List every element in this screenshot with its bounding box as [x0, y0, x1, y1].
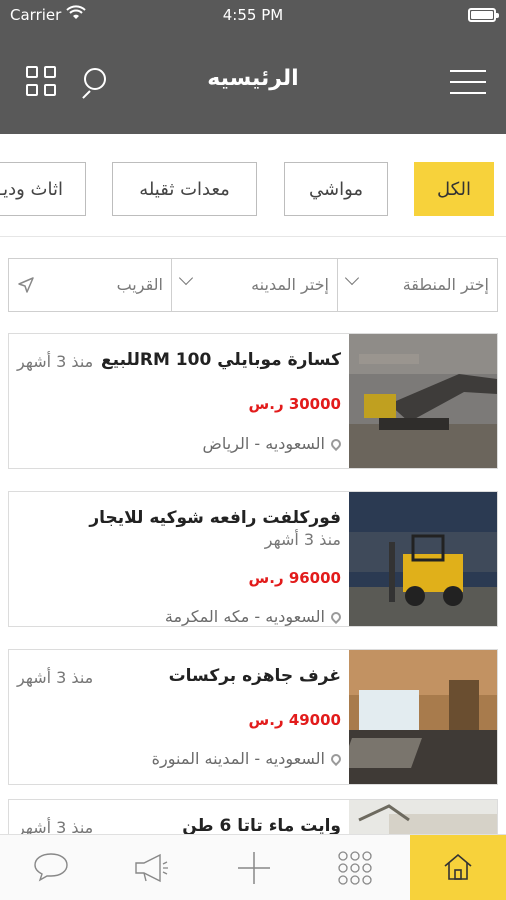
category-chip-heavy-equipment[interactable]: معدات ثقيله — [112, 162, 257, 216]
region-select[interactable]: إختر المنطقة — [337, 259, 497, 311]
listing-price: 49000 ر.س — [248, 711, 341, 729]
city-select[interactable]: إختر المدينه — [171, 259, 337, 311]
category-chip-furniture[interactable]: اثاث وديـ — [0, 162, 86, 216]
listing-location: السعوديه - الرياض — [203, 434, 344, 453]
category-chip-all[interactable]: الكل — [414, 162, 494, 216]
listing-title: غرف جاهزه بركسات — [168, 666, 341, 686]
add-icon — [238, 852, 270, 884]
tab-ads[interactable] — [104, 835, 200, 900]
chat-bubble-icon — [34, 853, 68, 882]
listing-price: 30000 ر.س — [248, 395, 341, 413]
listing-date: منذ 3 أشهر — [17, 668, 94, 687]
location-pin-icon — [328, 609, 344, 625]
listing-card[interactable]: كسارة موبايلي RM 100للبيع منذ 3 أشهر 300… — [8, 333, 498, 469]
tab-categories[interactable] — [306, 835, 402, 900]
tab-messages[interactable] — [2, 835, 98, 900]
city-select-label: إختر المدينه — [251, 275, 329, 294]
filter-divider — [171, 259, 172, 311]
hamburger-menu-icon[interactable] — [450, 66, 486, 100]
app-header: Carrier 4:55 PM الرئيسيه — [0, 0, 506, 134]
listing-card[interactable]: غرف جاهزه بركسات منذ 3 أشهر 49000 ر.س ال… — [8, 649, 498, 785]
battery-icon — [468, 8, 499, 22]
listing-title: وايت ماء تاتا 6 طن — [182, 816, 341, 836]
navigation-bar: الرئيسيه — [0, 48, 506, 114]
listing-location: السعوديه - المدينه المنورة — [152, 749, 344, 768]
status-bar: Carrier 4:55 PM — [0, 4, 506, 26]
divider — [0, 236, 506, 237]
region-select-label: إختر المنطقة — [402, 275, 489, 294]
listing-title: فوركلفت رافعه شوكيه للايجار — [89, 508, 341, 528]
bottom-tab-bar — [0, 834, 506, 900]
location-pin-icon — [328, 436, 344, 452]
nearby-label: القريب — [116, 275, 163, 294]
home-icon — [444, 853, 472, 880]
listing-photo-crusher — [349, 334, 497, 468]
page-title: الرئيسيه — [207, 66, 299, 91]
filter-divider — [337, 259, 338, 311]
tab-home[interactable] — [410, 835, 506, 900]
listing-date: منذ 3 أشهر — [264, 530, 341, 549]
apps-grid-icon — [338, 851, 372, 885]
listing-date: منذ 3 أشهر — [17, 352, 94, 371]
chevron-down-icon — [179, 273, 193, 287]
tab-add[interactable] — [204, 835, 300, 900]
location-pin-icon — [328, 751, 344, 767]
megaphone-icon — [135, 853, 168, 883]
location-arrow-icon — [18, 277, 34, 293]
listing-title: كسارة موبايلي RM 100للبيع — [101, 350, 341, 370]
listing-photo-forklift — [349, 492, 497, 626]
nearby-button[interactable]: القريب — [9, 259, 171, 311]
listing-price: 96000 ر.س — [248, 569, 341, 587]
location-filters: إختر المنطقة إختر المدينه القريب — [8, 258, 498, 312]
clock: 4:55 PM — [222, 6, 284, 24]
listing-photo-portable-room — [349, 650, 497, 784]
listing-card[interactable]: فوركلفت رافعه شوكيه للايجار منذ 3 أشهر 9… — [8, 491, 498, 627]
listing-location: السعوديه - مكه المكرمة — [165, 607, 344, 626]
category-chip-livestock[interactable]: مواشي — [284, 162, 388, 216]
chevron-down-icon — [345, 273, 359, 287]
